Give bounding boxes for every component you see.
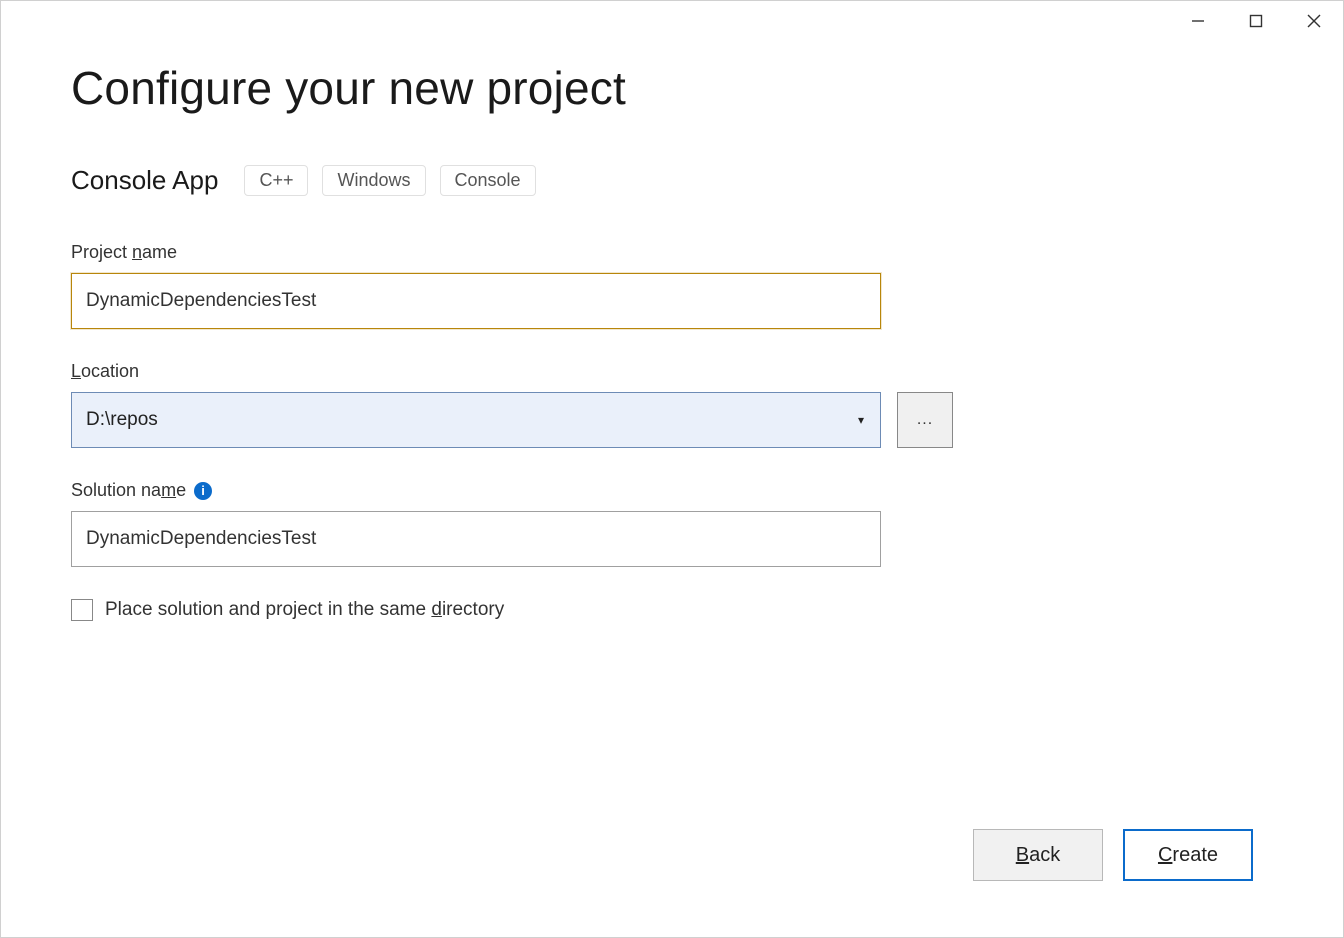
info-icon[interactable]: i [194, 482, 212, 500]
location-group: Location D:\repos ▾ ... [71, 361, 1273, 448]
solution-name-input[interactable] [71, 511, 881, 567]
location-value: D:\repos [86, 409, 858, 431]
tag-platform: Windows [322, 165, 425, 196]
project-name-group: Project name [71, 242, 1273, 329]
page-title: Configure your new project [71, 61, 1273, 115]
same-directory-checkbox[interactable] [71, 599, 93, 621]
window-close-button[interactable] [1285, 1, 1343, 41]
dropdown-arrow-icon: ▾ [858, 413, 866, 427]
same-directory-row: Place solution and project in the same d… [71, 599, 1273, 621]
location-label: Location [71, 361, 1273, 382]
tag-language: C++ [244, 165, 308, 196]
close-icon [1307, 14, 1321, 28]
template-info-row: Console App C++ Windows Console [71, 165, 1273, 196]
window-titlebar [1169, 1, 1343, 41]
project-name-input[interactable] [71, 273, 881, 329]
solution-name-label: Solution name i [71, 480, 1273, 501]
maximize-icon [1249, 14, 1263, 28]
project-name-label: Project name [71, 242, 1273, 263]
browse-button[interactable]: ... [897, 392, 953, 448]
same-directory-label[interactable]: Place solution and project in the same d… [105, 599, 504, 621]
main-content: Configure your new project Console App C… [71, 61, 1273, 937]
template-name: Console App [71, 165, 218, 196]
window-maximize-button[interactable] [1227, 1, 1285, 41]
location-combobox[interactable]: D:\repos ▾ [71, 392, 881, 448]
window-minimize-button[interactable] [1169, 1, 1227, 41]
tag-projecttype: Console [440, 165, 536, 196]
minimize-icon [1191, 14, 1205, 28]
footer-buttons: Back Create [973, 829, 1253, 881]
solution-name-group: Solution name i [71, 480, 1273, 567]
back-button[interactable]: Back [973, 829, 1103, 881]
create-button[interactable]: Create [1123, 829, 1253, 881]
location-row: D:\repos ▾ ... [71, 392, 1273, 448]
